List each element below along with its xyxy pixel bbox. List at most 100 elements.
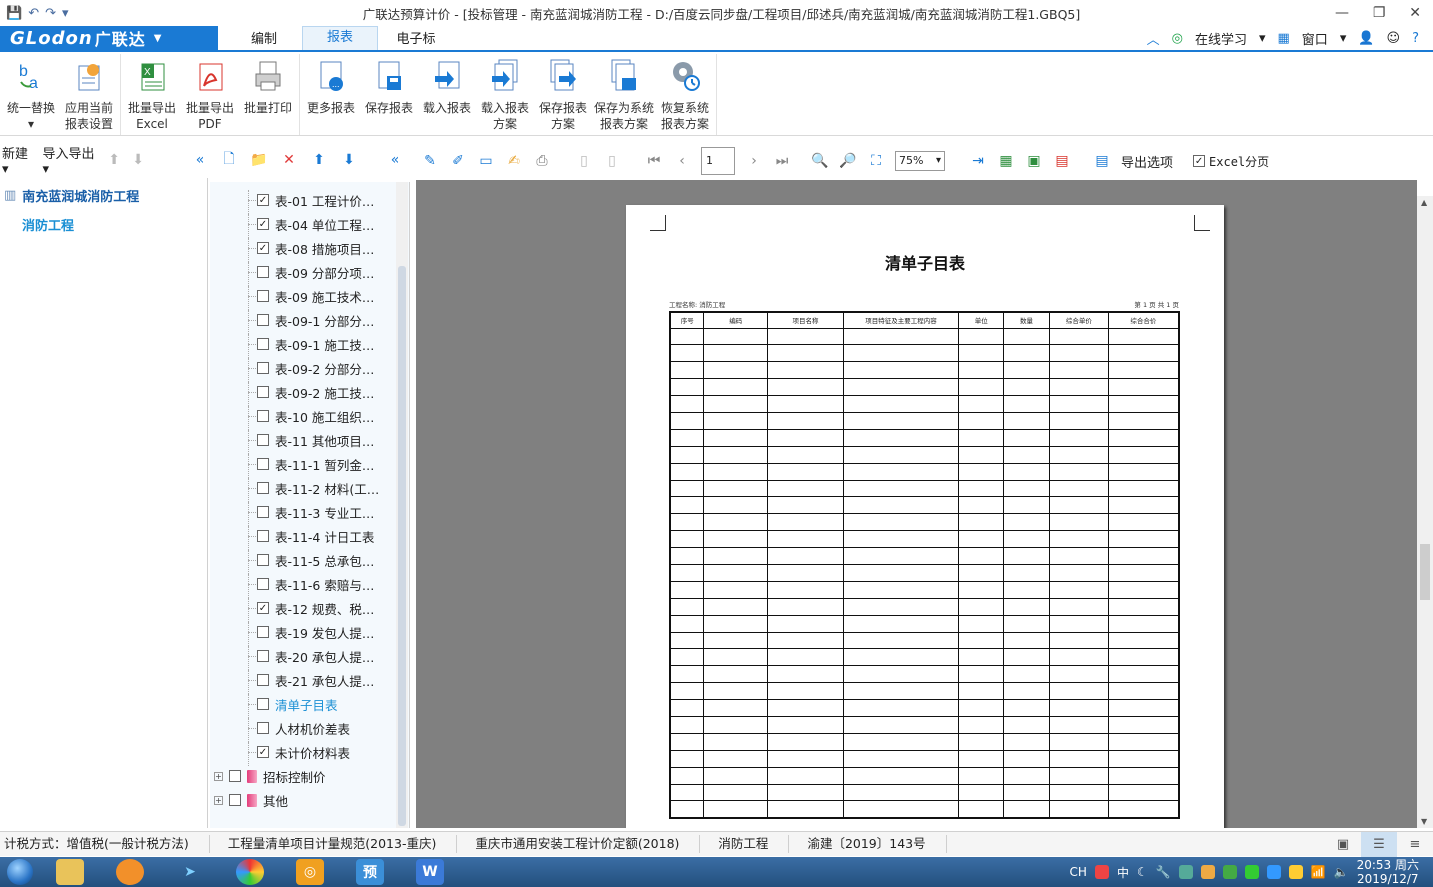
last-page-icon[interactable]: ⏭ (773, 152, 791, 170)
load-report-button[interactable]: 载入报表 (418, 58, 476, 135)
unified-replace-button[interactable]: ba 统一替换 ▾ (2, 58, 60, 135)
prev-page-icon[interactable]: ‹ (673, 152, 691, 170)
chevron-down-icon[interactable]: ▾ (1340, 31, 1347, 46)
online-learning-button[interactable]: 在线学习 (1195, 29, 1247, 48)
tray-app-icon[interactable] (1178, 865, 1193, 879)
report-checkbox[interactable] (257, 362, 269, 374)
ime-mode[interactable]: 中 (1117, 864, 1129, 881)
wrench-icon[interactable]: 🔧 (1156, 865, 1171, 879)
report-checkbox[interactable] (257, 554, 269, 566)
move-up-icon[interactable]: ⬆ (106, 151, 122, 169)
report-checkbox[interactable] (257, 674, 269, 686)
collapse-tree-icon[interactable]: « (386, 151, 404, 169)
chevron-down-icon[interactable]: ▾ (1259, 31, 1266, 46)
tab-reports[interactable]: 报表 (302, 26, 378, 50)
save-as-system-scheme-button[interactable]: 保存为系统 报表方案 (592, 58, 656, 135)
report-checkbox[interactable]: ✓ (257, 242, 269, 254)
report-checkbox[interactable] (257, 314, 269, 326)
app-logo-menu[interactable]: GLodon 广联达 ▼ (0, 26, 218, 50)
report-checkbox[interactable] (257, 530, 269, 542)
network-icon[interactable]: 📶 (1311, 865, 1326, 879)
edit-text-icon[interactable]: ✍ (505, 152, 523, 170)
taskbar-app-explorer[interactable] (40, 857, 100, 887)
import-export-button[interactable]: 导入导出 ▾ (43, 143, 99, 177)
new-folder-icon[interactable]: 📁 (250, 151, 268, 169)
report-checkbox[interactable] (257, 290, 269, 302)
report-group-node[interactable]: + 其他 (214, 790, 288, 810)
save-icon[interactable]: 💾 (6, 6, 22, 21)
bluetooth-icon[interactable] (1266, 865, 1281, 879)
report-checkbox[interactable] (257, 650, 269, 662)
export-options-button[interactable]: 导出选项 (1121, 152, 1173, 171)
zoom-out-icon[interactable]: 🔎 (839, 152, 857, 170)
tray-app-icon[interactable] (1200, 865, 1215, 879)
more-reports-button[interactable]: ... 更多报表 (302, 58, 360, 135)
report-checkbox[interactable]: ✓ (257, 602, 269, 614)
assistant-icon[interactable]: ☺ (1387, 31, 1401, 46)
language-indicator[interactable]: CH (1070, 865, 1087, 879)
collapse-ribbon-icon[interactable]: ︿ (1147, 29, 1160, 48)
help-icon[interactable]: ? (1412, 31, 1419, 46)
report-checkbox[interactable] (257, 266, 269, 278)
report-checkbox[interactable] (257, 506, 269, 518)
moon-icon[interactable]: ☾ (1137, 865, 1148, 879)
excel-paging-checkbox[interactable]: ✓ (1193, 155, 1206, 167)
minimize-button[interactable]: — (1335, 5, 1349, 21)
apply-current-settings-button[interactable]: 应用当前 报表设置 (60, 58, 118, 135)
report-checkbox[interactable] (257, 482, 269, 494)
taskbar-app-bird[interactable]: ➤ (160, 857, 220, 887)
export-excel-icon[interactable]: ▦ (997, 152, 1015, 170)
start-button[interactable] (0, 857, 40, 887)
load-report-scheme-button[interactable]: 载入报表 方案 (476, 58, 534, 135)
move-down-icon[interactable]: ⬇ (130, 151, 146, 169)
first-page-icon[interactable]: ⏮ (645, 152, 663, 170)
taskbar-app-music[interactable] (100, 857, 160, 887)
new-button[interactable]: 新建 ▾ (2, 143, 35, 177)
report-checkbox[interactable]: ✓ (257, 194, 269, 206)
batch-export-excel-button[interactable]: X 批量导出 Excel (123, 58, 181, 135)
scroll-down-icon[interactable]: ▼ (1421, 817, 1427, 826)
report-checkbox[interactable] (257, 578, 269, 590)
export-excel-current-icon[interactable]: ▣ (1025, 152, 1043, 170)
report-checkbox[interactable] (257, 338, 269, 350)
restore-button[interactable]: ❐ (1373, 5, 1386, 21)
taskbar-app-wps[interactable]: W (400, 857, 460, 887)
taskbar-app-glodon[interactable]: ◎ (280, 857, 340, 887)
redo-icon[interactable]: ↷ (45, 6, 56, 21)
tray-app-icon[interactable] (1222, 865, 1237, 879)
group-checkbox[interactable] (229, 770, 241, 782)
view-report-icon[interactable]: ☰ (1361, 831, 1397, 857)
export-icon[interactable]: ⇥ (969, 152, 987, 170)
report-checkbox[interactable] (257, 386, 269, 398)
print-icon[interactable]: ⎙ (533, 152, 551, 170)
report-checkbox[interactable] (257, 458, 269, 470)
window-menu-button[interactable]: 窗口 (1302, 29, 1328, 48)
tab-edit[interactable]: 编制 (226, 28, 302, 50)
zoom-in-icon[interactable]: 🔍 (811, 152, 829, 170)
export-pdf-icon[interactable]: ▤ (1053, 152, 1071, 170)
scrollbar-thumb[interactable] (1420, 544, 1430, 600)
report-checkbox[interactable] (257, 410, 269, 422)
clock[interactable]: 20:53 周六 2019/12/7 (1357, 858, 1419, 886)
taskbar-app-budget[interactable]: 预 (340, 857, 400, 887)
expand-icon[interactable]: + (214, 771, 223, 781)
volume-icon[interactable]: 🔈 (1334, 865, 1349, 879)
move-down-icon[interactable]: ⬇ (340, 151, 358, 169)
new-report-icon[interactable]: 🗋 (220, 151, 238, 169)
next-page-icon[interactable]: › (745, 152, 763, 170)
zoom-select[interactable]: 75% (895, 151, 945, 171)
expand-icon[interactable]: + (214, 795, 223, 805)
scrollbar-thumb[interactable] (398, 266, 406, 826)
report-checkbox[interactable] (257, 434, 269, 446)
edit-report-icon[interactable]: ✎ (421, 152, 439, 170)
batch-export-pdf-button[interactable]: 批量导出 PDF (181, 58, 239, 135)
double-page-icon[interactable]: ▯ (603, 152, 621, 170)
taskbar-app-browser[interactable] (220, 857, 280, 887)
user-icon[interactable]: 👤 (1358, 31, 1374, 46)
report-checkbox[interactable] (257, 698, 269, 710)
design-icon[interactable]: ✐ (449, 152, 467, 170)
report-checkbox[interactable]: ✓ (257, 746, 269, 758)
tab-e-bid[interactable]: 电子标 (378, 28, 454, 50)
single-page-icon[interactable]: ▯ (575, 152, 593, 170)
report-checkbox[interactable] (257, 626, 269, 638)
